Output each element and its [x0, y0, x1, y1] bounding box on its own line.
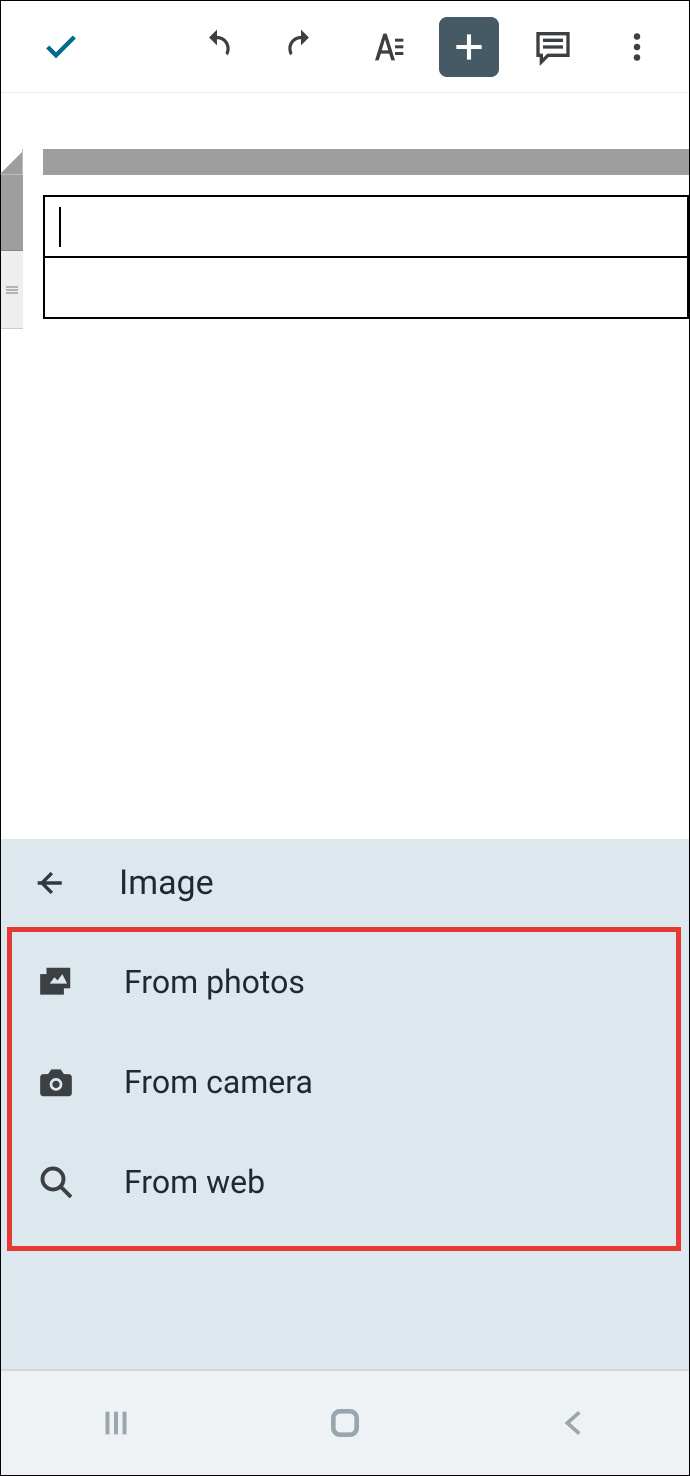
- check-icon: [41, 27, 81, 67]
- menu-label: From camera: [124, 1063, 313, 1101]
- panel-back-button[interactable]: [29, 866, 69, 900]
- from-web-item[interactable]: From web: [12, 1132, 676, 1232]
- sheet-select-all-corner[interactable]: [1, 149, 23, 175]
- system-nav-bar: [1, 1369, 689, 1475]
- home-icon: [325, 1403, 365, 1443]
- panel-header: Image: [1, 839, 689, 927]
- row-header-2[interactable]: [1, 251, 23, 329]
- recents-icon: [99, 1406, 133, 1440]
- from-photos-item[interactable]: From photos: [12, 932, 676, 1032]
- insert-button[interactable]: [439, 17, 499, 77]
- row-headers: [1, 175, 23, 329]
- more-button[interactable]: [607, 17, 667, 77]
- back-icon: [558, 1407, 590, 1439]
- text-format-icon: [365, 27, 405, 67]
- nav-back-button[interactable]: [514, 1393, 634, 1453]
- row-header-1[interactable]: [1, 175, 23, 251]
- spreadsheet-area: [1, 93, 689, 839]
- menu-label: From photos: [124, 963, 305, 1001]
- redo-icon: [282, 28, 320, 66]
- nav-home-button[interactable]: [285, 1393, 405, 1453]
- nav-recents-button[interactable]: [56, 1393, 176, 1453]
- image-source-menu-highlighted: From photos From camera From web: [7, 927, 681, 1251]
- undo-icon: [198, 28, 236, 66]
- insert-image-panel: Image From photos From camera: [1, 839, 689, 1369]
- text-format-button[interactable]: [355, 17, 415, 77]
- cell-row-2[interactable]: [43, 257, 689, 319]
- comment-icon: [533, 27, 573, 67]
- photos-icon: [37, 963, 75, 1001]
- row-drag-icon: [5, 285, 19, 295]
- search-icon: [38, 1164, 74, 1200]
- done-button[interactable]: [31, 17, 91, 77]
- comment-button[interactable]: [523, 17, 583, 77]
- active-cell[interactable]: [43, 195, 689, 257]
- more-vert-icon: [619, 29, 655, 65]
- text-cursor: [59, 207, 61, 247]
- undo-button[interactable]: [187, 17, 247, 77]
- camera-icon: [37, 1063, 75, 1101]
- from-camera-item[interactable]: From camera: [12, 1032, 676, 1132]
- editor-toolbar: [1, 1, 689, 93]
- arrow-left-icon: [32, 866, 66, 900]
- panel-title: Image: [119, 863, 214, 903]
- plus-icon: [450, 28, 488, 66]
- menu-label: From web: [124, 1163, 265, 1201]
- redo-button[interactable]: [271, 17, 331, 77]
- column-header[interactable]: [43, 149, 689, 175]
